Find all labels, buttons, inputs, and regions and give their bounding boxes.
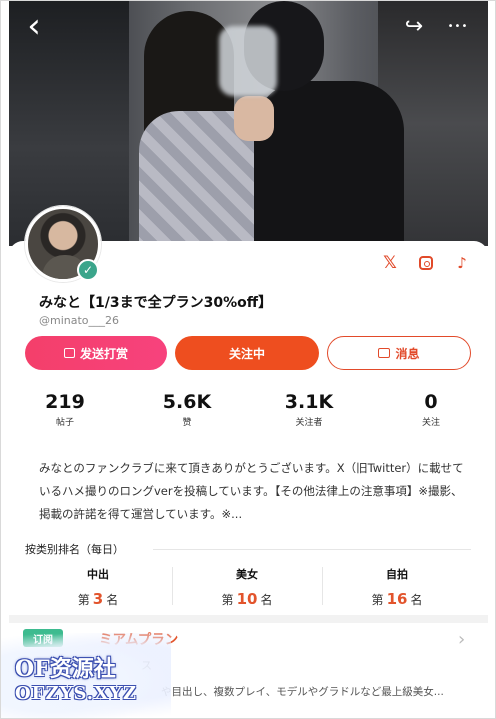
stat-followers[interactable]: 3.1K 关注者	[259, 391, 359, 428]
following-button[interactable]: 关注中	[175, 336, 319, 370]
ranking-item[interactable]: 中出 第3名	[28, 566, 168, 608]
gift-icon	[63, 348, 75, 358]
share-button[interactable]: ↪	[399, 11, 429, 41]
section-gap	[9, 615, 488, 623]
divider	[172, 567, 173, 605]
ranking-item[interactable]: 美女 第 10 名	[177, 566, 317, 608]
face-blur	[219, 26, 277, 96]
ranking-item[interactable]: 自拍 第 16 名	[327, 566, 467, 608]
watermark-text: OF资源社	[15, 656, 116, 682]
send-tip-button[interactable]: 发送打赏	[25, 336, 167, 370]
divider	[153, 549, 471, 550]
profile-name: みなと【1/3まで全プラン30%off】	[39, 295, 273, 311]
more-dots-icon: •••	[447, 20, 469, 32]
tiktok-icon[interactable]: ♪	[453, 254, 471, 272]
verified-badge-icon: ✓	[77, 259, 99, 281]
profile-handle: @minato___26	[39, 314, 120, 327]
watermark-url: OFZYS.XYZ	[15, 683, 138, 704]
profile-bio[interactable]: みなとのファンクラブに来て頂きありがとうございます。X（旧Twitter）に載せ…	[39, 457, 464, 526]
profile-page: ‹ ↪ ••• ✓ 𝕏 ♪ みなと【1/3まで全プラン30%off】 @mina…	[0, 0, 496, 719]
back-button[interactable]: ‹	[19, 6, 49, 46]
stat-following[interactable]: 0 关注	[381, 391, 481, 428]
x-icon[interactable]: 𝕏	[381, 253, 399, 273]
more-button[interactable]: •••	[443, 11, 473, 41]
chevron-right-icon[interactable]: ›	[458, 629, 465, 650]
message-icon	[378, 348, 391, 358]
share-arrow-icon: ↪	[404, 13, 424, 39]
ranking-heading: 按类别排名（每日）	[25, 543, 124, 556]
stat-posts[interactable]: 219 帖子	[15, 391, 115, 428]
chevron-left-icon: ‹	[27, 6, 41, 46]
divider	[322, 567, 323, 605]
stat-likes[interactable]: 5.6K 赞	[137, 391, 237, 428]
message-button[interactable]: 消息	[327, 336, 471, 370]
instagram-icon[interactable]	[417, 254, 435, 272]
plan-description: や目出し、複数プレイ、モデルやグラドルなど最上級美女...	[161, 686, 444, 698]
